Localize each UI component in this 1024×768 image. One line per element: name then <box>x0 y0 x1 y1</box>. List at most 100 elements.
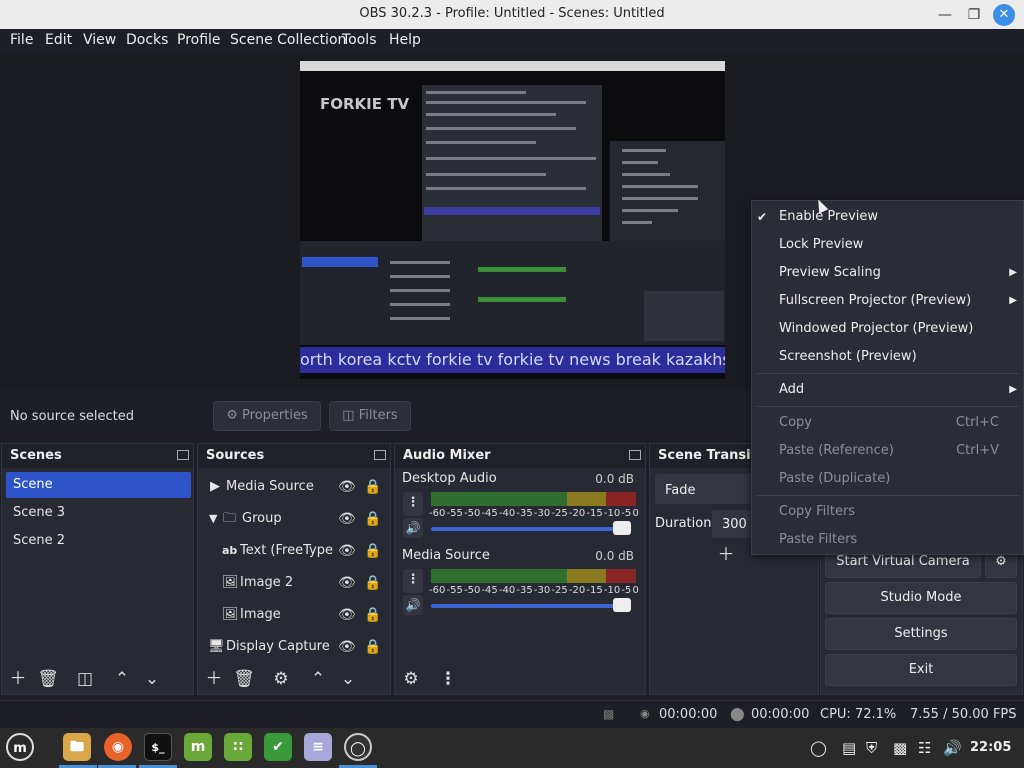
window-title: OBS 30.2.3 - Profile: Untitled - Scenes:… <box>359 6 665 21</box>
obs-tray-icon[interactable]: ◯ <box>810 739 827 757</box>
settings-button[interactable]: Settings <box>825 618 1017 650</box>
advanced-audio-icon[interactable]: ⚙ <box>400 668 422 690</box>
menu-paste-reference[interactable]: Paste (Reference) Ctrl+V <box>752 437 1023 465</box>
menu-fullscreen-projector[interactable]: Fullscreen Projector (Preview) ▶ <box>752 287 1023 315</box>
shield-icon[interactable]: ✔ <box>264 733 292 761</box>
menu-help[interactable]: Help <box>389 32 421 48</box>
volume-meter <box>431 492 636 506</box>
filters-button[interactable]: ◫ Filters <box>329 401 411 431</box>
notes-tray-icon[interactable]: ▤ <box>842 739 856 757</box>
text-editor-icon[interactable]: ≡ <box>304 733 332 761</box>
preview-context-menu: ✔ Enable Preview Lock Preview Preview Sc… <box>751 200 1024 555</box>
lock-icon[interactable]: 🔒 <box>364 504 381 534</box>
cpu-usage: CPU: 72.1% <box>820 707 897 722</box>
apps-icon[interactable]: ∷ <box>224 733 252 761</box>
volume-fader[interactable] <box>431 527 631 531</box>
eye-icon[interactable]: 👁 <box>338 504 356 534</box>
clipboard-icon[interactable]: ▩ <box>893 739 907 757</box>
scene-filters-icon[interactable]: ◫ <box>74 668 96 690</box>
lock-icon[interactable]: 🔒 <box>364 472 381 502</box>
obs-icon[interactable]: ◯ <box>344 733 372 761</box>
undock-icon[interactable] <box>629 450 641 460</box>
scene-item-scene-3[interactable]: Scene 3 <box>6 500 191 526</box>
menu-preview-scaling[interactable]: Preview Scaling ▶ <box>752 259 1023 287</box>
lock-icon[interactable]: 🔒 <box>364 568 381 598</box>
add-source-icon[interactable]: ＋ <box>203 668 225 690</box>
menu-screenshot[interactable]: Screenshot (Preview) <box>752 343 1023 371</box>
exit-button[interactable]: Exit <box>825 654 1017 686</box>
menu-view[interactable]: View <box>83 32 116 48</box>
preview-canvas[interactable]: FORKIE TV orth korea kctv forkie tv fork… <box>300 61 725 379</box>
move-up-icon[interactable]: ⌃ <box>111 668 133 690</box>
update-shield-icon[interactable]: ⛨ <box>866 739 877 757</box>
play-icon: ▶ <box>210 479 220 494</box>
undock-icon[interactable] <box>177 450 189 460</box>
speaker-icon[interactable]: 🔊 <box>403 518 423 538</box>
image-icon: 🖼 <box>222 607 239 622</box>
title-bar: OBS 30.2.3 - Profile: Untitled - Scenes:… <box>0 0 1024 29</box>
source-row-group[interactable]: ▼ 🗀 Group 👁 🔒 <box>202 504 386 534</box>
clock[interactable]: 22:05 <box>970 740 1011 755</box>
close-button[interactable]: ✕ <box>993 4 1015 26</box>
menu-copy-filters[interactable]: Copy Filters <box>752 498 1023 526</box>
channel-menu-button[interactable]: ⋮ <box>403 569 423 593</box>
source-row-text[interactable]: ab Text (FreeType 👁 🔒 <box>202 536 386 566</box>
preview-logo: FORKIE TV <box>320 95 410 113</box>
minimize-button[interactable]: — <box>934 4 956 26</box>
menu-tools[interactable]: Tools <box>342 32 377 48</box>
menu-copy[interactable]: Copy Ctrl+C <box>752 409 1023 437</box>
mixer-menu-icon[interactable]: ⋮ <box>437 668 459 690</box>
remove-scene-icon[interactable]: 🗑 <box>37 668 59 690</box>
move-up-icon[interactable]: ⌃ <box>307 668 329 690</box>
undock-icon[interactable] <box>374 450 386 460</box>
menu-windowed-projector[interactable]: Windowed Projector (Preview) <box>752 315 1023 343</box>
move-down-icon[interactable]: ⌄ <box>141 668 163 690</box>
eye-icon[interactable]: 👁 <box>338 600 356 630</box>
maximize-button[interactable]: ❐ <box>963 4 985 26</box>
volume-icon[interactable]: 🔊 <box>943 739 962 757</box>
source-row-image-2[interactable]: 🖼 Image 2 👁 🔒 <box>202 568 386 598</box>
scene-item-scene-2[interactable]: Scene 2 <box>6 528 191 554</box>
lock-icon[interactable]: 🔒 <box>364 632 381 662</box>
lock-icon[interactable]: 🔒 <box>364 536 381 566</box>
terminal-icon[interactable]: $_ <box>144 733 172 761</box>
source-row-media[interactable]: ▶ Media Source 👁 🔒 <box>202 472 386 502</box>
menu-paste-filters[interactable]: Paste Filters <box>752 526 1023 554</box>
menu-file[interactable]: File <box>10 32 33 48</box>
eye-icon[interactable]: 👁 <box>338 568 356 598</box>
files-icon[interactable]: 🖿 <box>63 733 91 761</box>
move-down-icon[interactable]: ⌄ <box>337 668 359 690</box>
scene-item-scene[interactable]: Scene <box>6 472 191 498</box>
eye-icon[interactable]: 👁 <box>338 536 356 566</box>
chevron-down-icon[interactable]: ▼ <box>209 504 217 534</box>
menu-scene-collection[interactable]: Scene Collection <box>230 32 346 48</box>
source-row-display-capture[interactable]: 🖥 Display Capture ( 👁 🔒 <box>202 632 386 662</box>
menu-docks[interactable]: Docks <box>126 32 168 48</box>
volume-fader[interactable] <box>431 604 631 608</box>
volume-fader-handle[interactable] <box>613 598 631 612</box>
menu-add[interactable]: Add ▶ <box>752 376 1023 404</box>
firefox-icon[interactable]: ◉ <box>104 733 132 761</box>
add-scene-icon[interactable]: ＋ <box>7 668 29 690</box>
volume-fader-handle[interactable] <box>613 521 631 535</box>
network-icon[interactable]: ☷ <box>918 739 931 757</box>
lock-icon[interactable]: 🔒 <box>364 600 381 630</box>
eye-icon[interactable]: 👁 <box>338 472 356 502</box>
mintinstall-icon[interactable]: m <box>184 733 212 761</box>
studio-mode-button[interactable]: Studio Mode <box>825 582 1017 614</box>
channel-menu-button[interactable]: ⋮ <box>403 492 423 516</box>
menu-paste-duplicate[interactable]: Paste (Duplicate) <box>752 465 1023 493</box>
add-transition-icon[interactable]: ＋ <box>715 544 737 566</box>
sources-title: Sources <box>206 448 265 463</box>
menu-edit[interactable]: Edit <box>45 32 72 48</box>
menu-lock-preview[interactable]: Lock Preview <box>752 231 1023 259</box>
source-row-image[interactable]: 🖼 Image 👁 🔒 <box>202 600 386 630</box>
mint-menu-icon[interactable]: m <box>6 733 34 761</box>
remove-source-icon[interactable]: 🗑 <box>233 668 255 690</box>
menu-profile[interactable]: Profile <box>177 32 221 48</box>
properties-button[interactable]: ⚙ Properties <box>213 401 321 431</box>
source-properties-icon[interactable]: ⚙ <box>270 668 292 690</box>
speaker-icon[interactable]: 🔊 <box>403 595 423 615</box>
menu-enable-preview[interactable]: ✔ Enable Preview <box>752 203 1023 231</box>
eye-icon[interactable]: 👁 <box>338 632 356 662</box>
